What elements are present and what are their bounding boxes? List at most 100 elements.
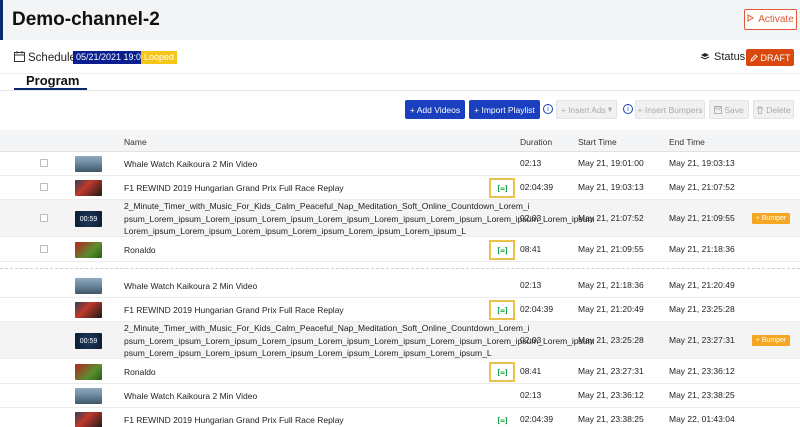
column-name[interactable]: Name <box>124 137 147 147</box>
end-time-cell: May 21, 23:25:28 <box>669 304 735 314</box>
import-playlist-label: + Import Playlist <box>474 104 535 115</box>
info-circle-icon[interactable]: i <box>543 104 553 114</box>
column-duration[interactable]: Duration <box>520 137 552 147</box>
video-name: F1 REWIND 2019 Hungarian Grand Prix Full… <box>124 414 344 427</box>
draft-label: DRAFT <box>760 52 791 63</box>
info-circle-icon[interactable]: i <box>623 104 633 114</box>
table-row[interactable]: F1 REWIND 2019 Hungarian Grand Prix Full… <box>0 176 800 200</box>
video-name-line: Whale Watch Kaikoura 2 Min Video <box>124 391 258 401</box>
end-time-cell: May 22, 01:43:04 <box>669 414 735 424</box>
duration-cell: 02:13 <box>520 280 542 290</box>
duration-cell: 02:03 <box>520 213 542 223</box>
video-thumbnail <box>75 302 102 318</box>
end-time-cell: May 21, 23:36:12 <box>669 366 735 376</box>
end-time-cell: May 21, 23:38:25 <box>669 390 735 400</box>
video-thumbnail <box>75 180 102 196</box>
column-start-time[interactable]: Start Time <box>578 137 617 147</box>
layers-icon <box>700 53 710 60</box>
video-name-line: 2_Minute_Timer_with_Music_For_Kids_Calm_… <box>124 323 530 333</box>
table-row[interactable]: F1 REWIND 2019 Hungarian Grand Prix Full… <box>0 408 800 427</box>
activate-label: Activate <box>758 14 794 25</box>
row-checkbox[interactable] <box>40 245 48 253</box>
table-row[interactable]: Ronaldo [=] 08:41 May 21, 21:09:55 May 21, 2… <box>0 237 800 262</box>
draft-button[interactable]: DRAFT <box>746 49 794 66</box>
start-time-cell: May 21, 23:27:31 <box>578 366 644 376</box>
tab-program[interactable]: Program <box>26 73 79 88</box>
import-playlist-button[interactable]: + Import Playlist <box>469 100 540 119</box>
schedule-label: Schedule <box>28 52 76 64</box>
bracket-code-icon[interactable]: [=] <box>489 300 515 320</box>
end-time-cell: May 21, 21:20:49 <box>669 280 735 290</box>
insert-bumpers-button[interactable]: + Insert Bumpers <box>635 100 705 119</box>
toolbar: + Add Videos + Import Playlist i + Inser… <box>0 100 800 119</box>
end-time-cell: May 21, 23:27:31 <box>669 335 735 345</box>
video-name-line: Ronaldo <box>124 245 156 255</box>
bracket-code-icon[interactable]: [=] <box>489 410 515 427</box>
duration-cell: 02:04:39 <box>520 414 554 424</box>
table-row[interactable]: Whale Watch Kaikoura 2 Min Video 02:13 May… <box>0 273 800 298</box>
accent-bar <box>0 0 3 40</box>
insert-ads-button[interactable]: + Insert Ads ▾ <box>556 100 617 119</box>
video-thumbnail <box>75 412 102 427</box>
video-thumbnail <box>75 364 102 380</box>
delete-button[interactable]: Delete <box>753 100 794 119</box>
video-name-line: Lorem_ipsum_Lorem_ipsum_Lorem_ipsum_Lore… <box>124 226 467 236</box>
video-thumbnail <box>75 156 102 172</box>
video-name-line: F1 REWIND 2019 Hungarian Grand Prix Full… <box>124 415 344 425</box>
play-outline-icon <box>747 14 755 25</box>
bracket-code-icon[interactable]: [=] <box>489 240 515 260</box>
start-time-cell: May 21, 23:38:25 <box>578 414 644 424</box>
bracket-code-icon[interactable]: [=] <box>489 178 515 198</box>
save-button[interactable]: Save <box>709 100 749 119</box>
column-end-time[interactable]: End Time <box>669 137 705 147</box>
video-thumbnail <box>75 278 102 294</box>
table-row[interactable]: Ronaldo [=] 08:41 May 21, 23:27:31 May 21, 2… <box>0 359 800 384</box>
video-name-line: F1 REWIND 2019 Hungarian Grand Prix Full… <box>124 305 344 315</box>
tab-divider <box>0 90 800 91</box>
add-videos-button[interactable]: + Add Videos <box>405 100 465 119</box>
video-thumbnail: 00:59 <box>75 333 102 349</box>
video-name: Whale Watch Kaikoura 2 Min Video <box>124 390 257 403</box>
duration-cell: 02:13 <box>520 158 542 168</box>
row-checkbox[interactable] <box>40 183 48 191</box>
duration-cell: 02:04:39 <box>520 182 554 192</box>
looped-badge: Looped <box>141 51 178 64</box>
table-header: Name Duration Start Time End Time <box>0 130 800 152</box>
table-row[interactable]: Whale Watch Kaikoura 2 Min Video 02:13 May… <box>0 152 800 176</box>
video-name: Whale Watch Kaikoura 2 Min Video <box>124 280 257 293</box>
loop-divider <box>0 268 800 269</box>
start-time-cell: May 21, 21:18:36 <box>578 280 644 290</box>
video-name-line: psum_Lorem_ipsum_Lorem_ipsum_Lorem_ipsum… <box>124 348 492 358</box>
start-time-cell: May 21, 19:03:13 <box>578 182 644 192</box>
add-videos-label: + Add Videos <box>409 104 461 115</box>
duration-cell: 02:13 <box>520 390 542 400</box>
table-row[interactable]: 00:59 2_Minute_Timer_with_Music_For_Kids_… <box>0 322 800 359</box>
video-name-line: Whale Watch Kaikoura 2 Min Video <box>124 281 258 291</box>
start-time-cell: May 21, 19:01:00 <box>578 158 644 168</box>
video-thumbnail: 00:59 <box>75 211 102 227</box>
end-time-cell: May 21, 21:09:55 <box>669 213 735 223</box>
table-row[interactable]: Whale Watch Kaikoura 2 Min Video 02:13 May… <box>0 384 800 408</box>
video-name-line: 2_Minute_Timer_with_Music_For_Kids_Calm_… <box>124 201 530 211</box>
start-time-cell: May 21, 21:09:55 <box>578 244 644 254</box>
channel-title: Demo-channel-2 <box>12 9 160 30</box>
schedule-date-badge: 05/21/2021 19:01 <box>73 51 150 64</box>
video-name-line: F1 REWIND 2019 Hungarian Grand Prix Full… <box>124 183 344 193</box>
table-row[interactable]: 00:59 2_Minute_Timer_with_Music_For_Kids_… <box>0 200 800 237</box>
delete-label: Delete <box>766 104 791 115</box>
status-button[interactable]: Status <box>700 51 745 63</box>
row-checkbox[interactable] <box>40 214 48 222</box>
schedule-bar: Schedule 05/21/2021 19:01 Looped Status <box>0 40 800 74</box>
pencil-icon <box>749 53 758 62</box>
add-bumper-button[interactable]: + Bumper <box>752 213 790 224</box>
end-time-cell: May 21, 19:03:13 <box>669 158 735 168</box>
video-name: Ronaldo <box>124 244 156 257</box>
add-bumper-button[interactable]: + Bumper <box>752 335 790 346</box>
bracket-code-icon[interactable]: [=] <box>489 362 515 382</box>
video-name: Ronaldo <box>124 366 156 379</box>
duration-cell: 08:41 <box>520 366 542 376</box>
save-label: Save <box>724 104 744 115</box>
row-checkbox[interactable] <box>40 159 48 167</box>
activate-button[interactable]: Activate <box>744 9 797 30</box>
table-row[interactable]: F1 REWIND 2019 Hungarian Grand Prix Full… <box>0 298 800 322</box>
